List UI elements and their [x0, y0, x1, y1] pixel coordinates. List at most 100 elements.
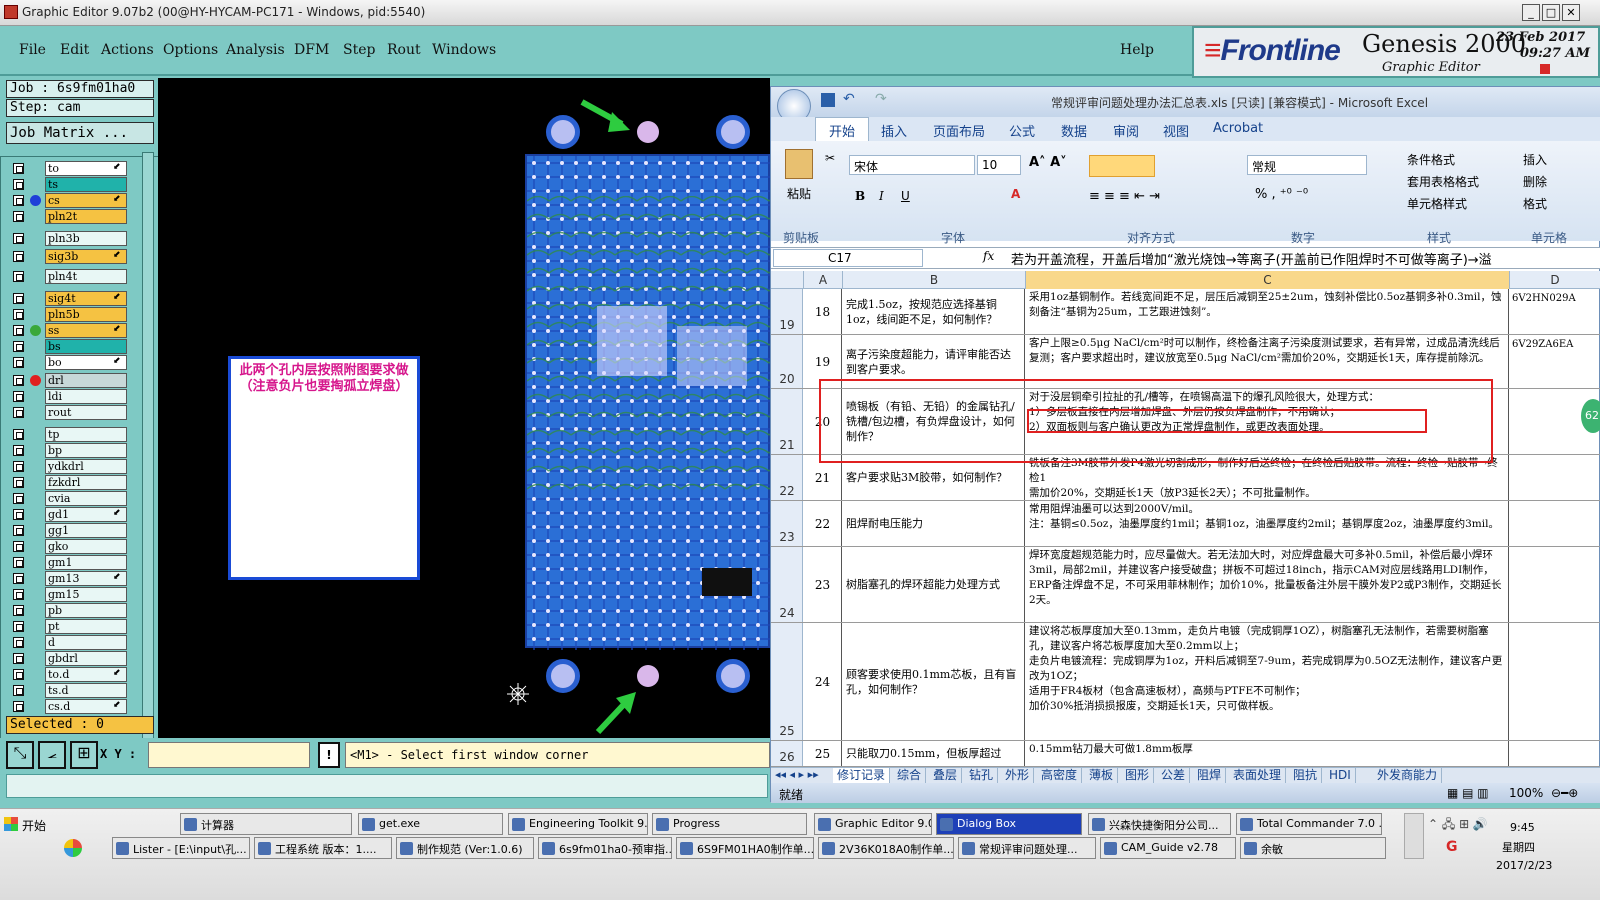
cell-d[interactable] [1510, 623, 1600, 740]
layer-name[interactable]: pln5b [45, 307, 127, 322]
layer-checkbox[interactable] [13, 325, 24, 336]
layer-row-pln2t[interactable]: pln2t [13, 209, 131, 224]
layer-checkbox[interactable] [13, 637, 24, 648]
sheet-tab[interactable]: 叠层 [929, 768, 963, 783]
conditional-format-button[interactable]: 条件格式 [1407, 151, 1455, 168]
cell-a[interactable]: 23 [804, 547, 842, 622]
layer-row-cvia[interactable]: cvia [13, 491, 131, 506]
layer-row-sig3b[interactable]: sig3b ⬋ [13, 249, 131, 264]
column-header-c[interactable]: C [1026, 271, 1510, 289]
menu-edit[interactable]: Edit [60, 42, 89, 58]
layer-name[interactable]: gm1 [45, 555, 127, 570]
layer-row-gbdrl[interactable]: gbdrl [13, 651, 131, 666]
layer-checkbox[interactable] [13, 445, 24, 456]
layer-checkbox[interactable] [13, 251, 24, 262]
paste-icon[interactable] [785, 149, 813, 179]
view-buttons-icon[interactable]: ▦ ▤ ▥ [1447, 786, 1489, 800]
menu-actions[interactable]: Actions [101, 42, 154, 58]
table-row[interactable]: 25 24 顾客要求使用0.1mm芯板，且有盲孔，如何制作？ 建议将芯板厚度加大至0.… [771, 623, 1600, 741]
layer-name[interactable]: pln4t [45, 269, 127, 284]
layer-checkbox[interactable] [13, 375, 24, 386]
layer-name[interactable]: gm15 [45, 587, 127, 602]
layer-checkbox[interactable] [13, 509, 24, 520]
tab-insert[interactable]: 插入 [881, 121, 907, 140]
layer-row-gko[interactable]: gko [13, 539, 131, 554]
row-header[interactable]: 24 [771, 547, 803, 622]
cell-d[interactable]: 6V2HN029A [1510, 289, 1600, 334]
job-matrix-button[interactable]: Job Matrix ... [6, 122, 154, 144]
layer-row-pb[interactable]: pb [13, 603, 131, 618]
grid-icon[interactable]: ⊞ [70, 741, 98, 769]
taskbar-button[interactable]: Lister - [E:\input\孔... [112, 837, 250, 859]
cell-styles-button[interactable]: 单元格样式 [1407, 195, 1467, 212]
sheet-tab[interactable]: 阻焊 [1193, 768, 1227, 783]
bold-button[interactable]: B [855, 189, 865, 203]
layer-row-pln5b[interactable]: pln5b [13, 307, 131, 322]
sheet-nav-arrows[interactable]: ◂◂ ◂ ▸ ▸▸ [775, 768, 819, 781]
layer-checkbox[interactable] [13, 477, 24, 488]
taskbar-button[interactable]: CAM_Guide v2.78 [1100, 837, 1236, 859]
layer-checkbox[interactable] [13, 541, 24, 552]
layer-name[interactable]: tp [45, 427, 127, 442]
layer-checkbox[interactable] [13, 163, 24, 174]
layer-row-d[interactable]: d [13, 635, 131, 650]
layer-row-bp[interactable]: bp [13, 443, 131, 458]
taskbar-button[interactable]: 2V36K018A0制作单... [818, 837, 954, 859]
taskbar-button[interactable]: 常规评审问题处理... [958, 837, 1096, 859]
sheet-tab[interactable]: 高密度 [1037, 768, 1083, 783]
layer-checkbox[interactable] [13, 309, 24, 320]
layer-name[interactable]: drl [45, 373, 127, 388]
save-icon[interactable] [821, 93, 835, 107]
layer-row-ydkdrl[interactable]: ydkdrl [13, 459, 131, 474]
layer-checkbox[interactable] [13, 669, 24, 680]
table-row[interactable]: 19 18 完成1.5oz，按规范应选择基铜1oz，线间距不足，如何制作？ 采用1oz… [771, 289, 1600, 335]
underline-button[interactable]: U [901, 189, 910, 203]
taskbar-button[interactable]: 制作规范 (Ver:1.0.6) [396, 837, 534, 859]
layer-checkbox[interactable] [13, 293, 24, 304]
cell-c[interactable]: 常用阻焊油墨可以达到2000V/mil。 注：基铜≤0.5oz，油墨厚度约1mil… [1026, 501, 1509, 546]
layer-checkbox[interactable] [13, 407, 24, 418]
cell-c[interactable]: 建议将芯板厚度加大至0.13mm，走负片电镀（完成铜厚1OZ），树脂塞孔无法制作… [1026, 623, 1509, 740]
column-header-b[interactable]: B [843, 271, 1026, 289]
cell-c[interactable]: 焊环宽度超规范能力时，应尽量做大。若无法加大时，对应焊盘最大可多补0.5mil，… [1026, 547, 1509, 622]
cell-b[interactable]: 完成1.5oz，按规范应选择基铜1oz，线间距不足，如何制作？ [843, 289, 1025, 334]
layer-checkbox[interactable] [13, 461, 24, 472]
floating-badge[interactable]: 62 [1581, 399, 1600, 433]
layer-row-pln4t[interactable]: pln4t [13, 269, 131, 284]
sheet-tab[interactable]: 表面处理 [1229, 768, 1287, 783]
sheet-tab[interactable]: 图形 [1121, 768, 1155, 783]
taskbar-button[interactable]: Dialog Box [936, 813, 1082, 835]
menu-file[interactable]: File [19, 42, 46, 58]
taskbar-button[interactable]: 余敏 [1240, 837, 1386, 859]
layer-checkbox[interactable] [13, 341, 24, 352]
layer-row-gd1[interactable]: gd1 ⬋ [13, 507, 131, 522]
layer-checkbox[interactable] [13, 233, 24, 244]
layer-name[interactable]: ldi [45, 389, 127, 404]
layer-checkbox[interactable] [13, 653, 24, 664]
layer-row-gm1[interactable]: gm1 [13, 555, 131, 570]
cell-a[interactable]: 25 [804, 741, 842, 766]
percent-comma-icon[interactable]: % , ⁺⁰ ⁻⁰ [1255, 187, 1308, 202]
layer-affected-dot[interactable] [30, 195, 41, 206]
function-icon[interactable]: fx [983, 249, 994, 263]
cell-c[interactable]: 采用1oz基铜制作。若线宽间距不足，层压后减铜至25±2um，蚀刻补偿比0.5o… [1026, 289, 1509, 334]
menu-options[interactable]: Options [163, 42, 218, 58]
menu-step[interactable]: Step [343, 42, 375, 58]
layer-name[interactable]: ydkdrl [45, 459, 127, 474]
taskbar-button[interactable]: 6s9fm01ha0-预审指... [538, 837, 672, 859]
layer-row-gm13[interactable]: gm13 ⬋ [13, 571, 131, 586]
zoom-window-icon[interactable]: ⤡ [6, 741, 34, 769]
select-all-corner[interactable] [771, 271, 804, 289]
cell-b[interactable]: 阻焊耐电压能力 [843, 501, 1025, 546]
align-middle-button[interactable] [1089, 155, 1155, 177]
grow-font-icon[interactable]: A˄ A˅ [1029, 155, 1067, 170]
row-header[interactable]: 26 [771, 741, 803, 766]
layer-name[interactable]: bs [45, 339, 127, 354]
sheet-tab[interactable]: 综合 [893, 768, 927, 783]
cell-d[interactable] [1510, 547, 1600, 622]
layer-row-gg1[interactable]: gg1 [13, 523, 131, 538]
cell-d[interactable]: 6V29ZA6EA [1510, 335, 1600, 388]
table-row[interactable]: 24 23 树脂塞孔的焊环超能力处理方式 焊环宽度超规范能力时，应尽量做大。若无法加大… [771, 547, 1600, 623]
layer-row-bo[interactable]: bo ⬋ [13, 355, 131, 370]
layer-checkbox[interactable] [13, 493, 24, 504]
